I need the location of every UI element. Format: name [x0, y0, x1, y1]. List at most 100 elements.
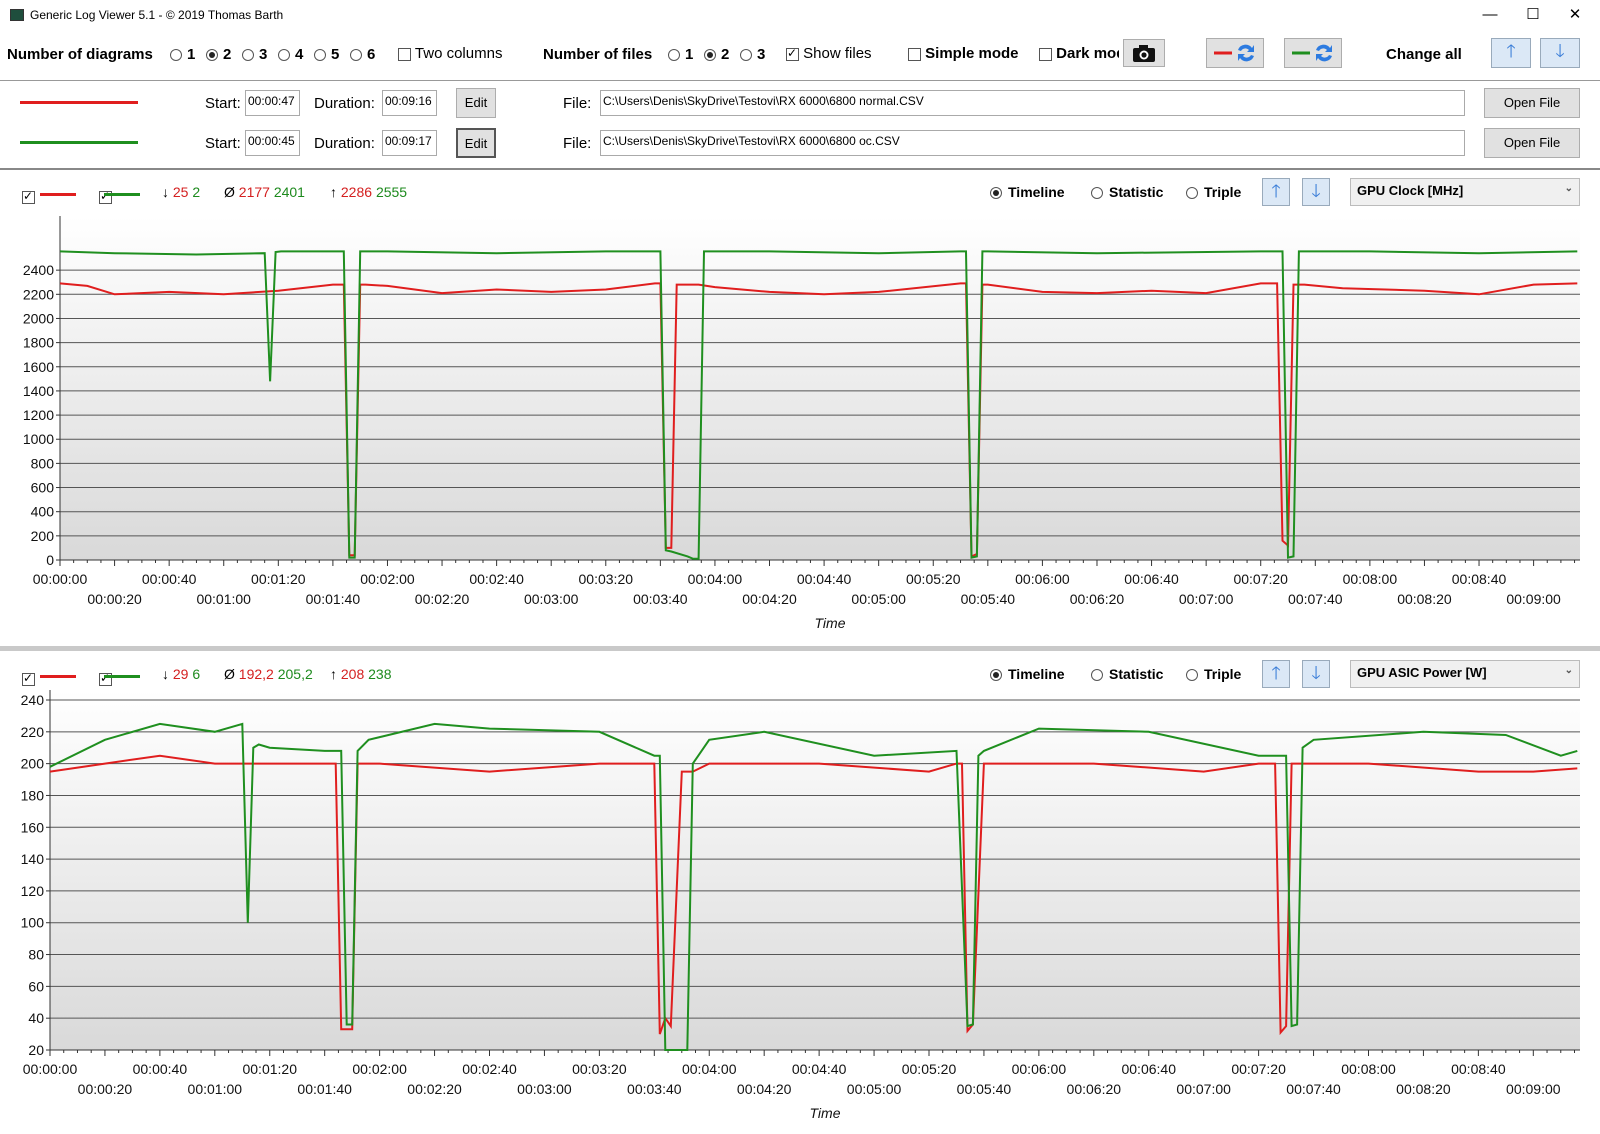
- change-all-down-button[interactable]: 🡓: [1540, 38, 1580, 68]
- file-row: Start: 00:00:45 Duration: 00:09:17 Edit File:…: [0, 128, 1600, 158]
- radio-button[interactable]: [668, 49, 680, 62]
- file-path-field[interactable]: C:\Users\Denis\SkyDrive\Testovi\RX 6000\…: [600, 130, 1465, 156]
- sensor-select[interactable]: GPU ASIC Power [W] ⌄: [1350, 660, 1580, 688]
- x-tick-label: 00:02:00: [360, 571, 415, 587]
- y-tick-label: 0: [46, 552, 54, 568]
- radio-button[interactable]: [242, 49, 254, 62]
- toolbar: Number of diagrams 1 2 3 4 5 6 Two columns Nu…: [0, 30, 1600, 78]
- edit-button[interactable]: Edit: [456, 128, 496, 158]
- sensor-select[interactable]: GPU Clock [MHz] ⌄: [1350, 178, 1580, 206]
- file-count-option-2[interactable]: 2: [704, 46, 740, 63]
- dark-mode-checkbox[interactable]: [1039, 47, 1052, 61]
- mode-label: Statistic: [1109, 184, 1164, 200]
- radio-button[interactable]: [350, 49, 362, 62]
- mode-label: Timeline: [1008, 184, 1065, 200]
- stat-min-green: 6: [192, 666, 201, 682]
- two-columns-option[interactable]: Two columns: [398, 45, 502, 62]
- y-tick-label: 220: [21, 724, 45, 740]
- series-1-toggle[interactable]: [22, 671, 35, 686]
- radio-button[interactable]: [704, 49, 716, 62]
- y-tick-label: 2400: [23, 262, 54, 278]
- radio-button[interactable]: [990, 187, 1002, 200]
- mode-option-timeline[interactable]: Timeline: [990, 184, 1065, 200]
- x-tick-label: 00:02:20: [415, 591, 470, 607]
- radio-label: 2: [721, 46, 730, 63]
- dark-mode-label: Dark mod: [1056, 45, 1119, 62]
- radio-label: 1: [685, 46, 694, 63]
- x-tick-label: 00:07:40: [1288, 591, 1343, 607]
- two-columns-checkbox[interactable]: [398, 47, 411, 61]
- diagram-header: ↓ 29 6 Ø 192,2 205,2 ↑ 208 238 Timeline Stat…: [0, 654, 1600, 690]
- sensor-down-button[interactable]: 🡓: [1302, 660, 1330, 688]
- x-tick-label: 00:03:40: [627, 1081, 682, 1097]
- show-files-checkbox[interactable]: [786, 46, 799, 61]
- duration-field[interactable]: 00:09:17: [382, 130, 437, 156]
- diagram-count-option-4[interactable]: 4: [278, 46, 314, 63]
- simple-mode-checkbox[interactable]: [908, 47, 921, 61]
- x-tick-label: 00:08:20: [1397, 591, 1452, 607]
- diagram-count-option-5[interactable]: 5: [314, 46, 350, 63]
- panel-splitter[interactable]: [0, 646, 1600, 651]
- radio-button[interactable]: [740, 49, 752, 62]
- radio-button[interactable]: [1186, 187, 1198, 200]
- y-tick-label: 1000: [23, 431, 54, 447]
- file-count-option-1[interactable]: 1: [668, 46, 704, 63]
- diagram-count-option-2[interactable]: 2: [206, 46, 242, 63]
- radio-button[interactable]: [314, 49, 326, 62]
- x-tick-label: 00:01:40: [297, 1081, 352, 1097]
- duration-field[interactable]: 00:09:16: [382, 90, 437, 116]
- radio-button[interactable]: [1091, 669, 1103, 682]
- series-1-toggle[interactable]: [22, 189, 35, 204]
- radio-button[interactable]: [170, 49, 182, 62]
- open-file-button[interactable]: Open File: [1484, 88, 1580, 118]
- swap-green-button[interactable]: [1284, 38, 1342, 68]
- swap-red-button[interactable]: [1206, 38, 1264, 68]
- num-files-label: Number of files: [543, 46, 653, 63]
- title-bar: Generic Log Viewer 5.1 - © 2019 Thomas B…: [0, 0, 1600, 30]
- sensor-down-button[interactable]: 🡓: [1302, 178, 1330, 206]
- radio-button[interactable]: [206, 49, 218, 62]
- y-tick-label: 1400: [23, 383, 54, 399]
- mode-option-triple[interactable]: Triple: [1186, 666, 1241, 682]
- change-all-up-button[interactable]: 🡑: [1491, 38, 1531, 68]
- maximize-button[interactable]: ☐: [1518, 4, 1548, 26]
- mode-option-statistic[interactable]: Statistic: [1091, 666, 1163, 682]
- series-1-swatch: [40, 193, 76, 196]
- screenshot-button[interactable]: [1123, 39, 1165, 67]
- radio-button[interactable]: [278, 49, 290, 62]
- edit-button[interactable]: Edit: [456, 88, 496, 118]
- simple-mode-label: Simple mode: [925, 45, 1019, 62]
- radio-button[interactable]: [1091, 187, 1103, 200]
- mode-option-statistic[interactable]: Statistic: [1091, 184, 1163, 200]
- open-file-button[interactable]: Open File: [1484, 128, 1580, 158]
- show-files-option[interactable]: Show files: [786, 45, 872, 62]
- dark-mode-option[interactable]: Dark mod: [1039, 45, 1119, 62]
- change-all-label: Change all: [1386, 46, 1462, 63]
- radio-label: 3: [259, 46, 268, 63]
- radio-label: 2: [223, 46, 232, 63]
- diagram-count-option-6[interactable]: 6: [350, 46, 386, 63]
- close-button[interactable]: ✕: [1560, 4, 1590, 26]
- file-path-field[interactable]: C:\Users\Denis\SkyDrive\Testovi\RX 6000\…: [600, 90, 1465, 116]
- radio-button[interactable]: [990, 669, 1002, 682]
- diagram-count-option-3[interactable]: 3: [242, 46, 278, 63]
- simple-mode-option[interactable]: Simple mode: [908, 45, 1019, 62]
- radio-button[interactable]: [1186, 669, 1198, 682]
- mode-label: Triple: [1204, 666, 1242, 682]
- diagram-count-option-1[interactable]: 1: [170, 46, 206, 63]
- sensor-up-button[interactable]: 🡑: [1262, 660, 1290, 688]
- start-field[interactable]: 00:00:47: [245, 90, 300, 116]
- x-tick-label: 00:05:00: [847, 1081, 902, 1097]
- num-diagrams-label: Number of diagrams: [7, 46, 153, 63]
- stat-avg-symbol: Ø: [224, 666, 235, 682]
- mode-option-timeline[interactable]: Timeline: [990, 666, 1065, 682]
- file-rows: Start: 00:00:47 Duration: 00:09:16 Edit File:…: [0, 82, 1600, 168]
- mode-option-triple[interactable]: Triple: [1186, 184, 1241, 200]
- y-tick-label: 40: [28, 1010, 44, 1026]
- y-tick-label: 2200: [23, 286, 54, 302]
- x-tick-label: 00:01:40: [306, 591, 361, 607]
- file-count-option-3[interactable]: 3: [740, 46, 776, 63]
- sensor-up-button[interactable]: 🡑: [1262, 178, 1290, 206]
- minimize-button[interactable]: —: [1475, 4, 1505, 26]
- start-field[interactable]: 00:00:45: [245, 130, 300, 156]
